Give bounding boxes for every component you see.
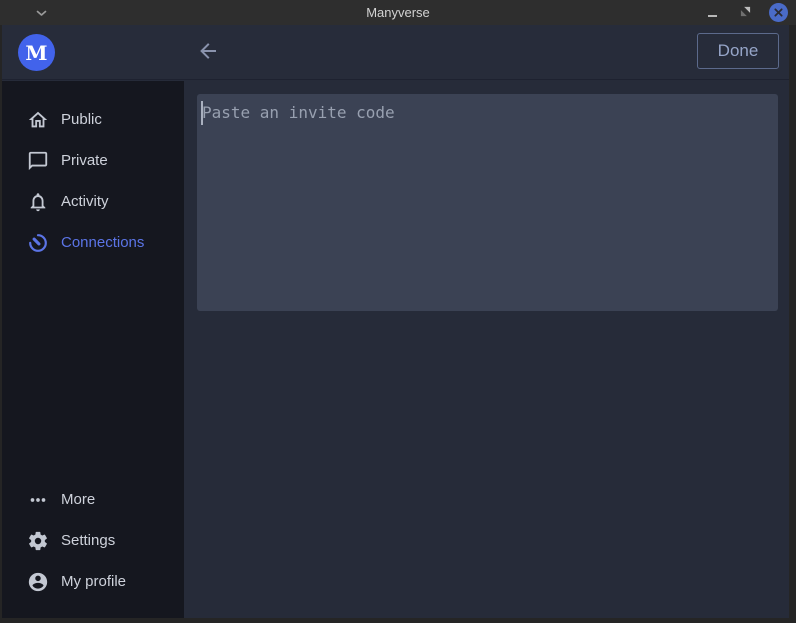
invite-code-field-wrap <box>197 94 778 311</box>
sidebar-item-public[interactable]: Public <box>2 99 184 140</box>
sidebar: Public Private Activity <box>2 81 184 618</box>
sidebar-item-connections[interactable]: Connections <box>2 222 184 263</box>
sidebar-item-my-profile[interactable]: My profile <box>2 561 184 602</box>
sidebar-item-settings[interactable]: Settings <box>2 520 184 561</box>
gear-icon <box>27 530 49 552</box>
sidebar-item-label: Connections <box>61 234 144 251</box>
sidebar-item-label: Private <box>61 152 108 169</box>
maximize-icon <box>740 4 751 22</box>
account-circle-icon <box>27 571 49 593</box>
sidebar-bottom-group: More Settings My profile <box>2 479 184 602</box>
sidebar-item-label: My profile <box>61 573 126 590</box>
sidebar-item-label: Public <box>61 111 102 128</box>
invite-code-input[interactable] <box>197 94 778 311</box>
sidebar-item-private[interactable]: Private <box>2 140 184 181</box>
app-content: M Done Public <box>2 25 789 618</box>
sidebar-item-label: Settings <box>61 532 115 549</box>
connections-icon <box>27 232 49 254</box>
sidebar-top-group: Public Private Activity <box>2 81 184 263</box>
sidebar-item-activity[interactable]: Activity <box>2 181 184 222</box>
home-icon <box>27 109 49 131</box>
sidebar-item-label: More <box>61 491 95 508</box>
main-content <box>184 81 789 618</box>
maximize-button[interactable] <box>735 3 755 23</box>
bell-icon <box>27 191 49 213</box>
close-icon <box>769 3 788 22</box>
close-button[interactable] <box>768 3 788 23</box>
chevron-down-icon <box>36 4 47 22</box>
minimize-icon <box>708 15 717 17</box>
sidebar-item-more[interactable]: More <box>2 479 184 520</box>
window-menu-button[interactable] <box>30 0 52 25</box>
window-title: Manyverse <box>0 5 796 20</box>
arrow-left-icon <box>196 39 220 68</box>
manyverse-logo: M <box>18 34 55 71</box>
dots-horizontal-icon <box>27 489 49 511</box>
app-body: Public Private Activity <box>2 81 789 618</box>
back-button[interactable] <box>194 39 222 67</box>
app-window: Manyverse M <box>0 0 796 623</box>
done-button[interactable]: Done <box>697 33 779 69</box>
window-controls <box>702 0 788 25</box>
sidebar-item-label: Activity <box>61 193 109 210</box>
minimize-button[interactable] <box>702 3 722 23</box>
titlebar: Manyverse <box>0 0 796 25</box>
message-icon <box>27 150 49 172</box>
app-header: M Done <box>2 25 789 80</box>
